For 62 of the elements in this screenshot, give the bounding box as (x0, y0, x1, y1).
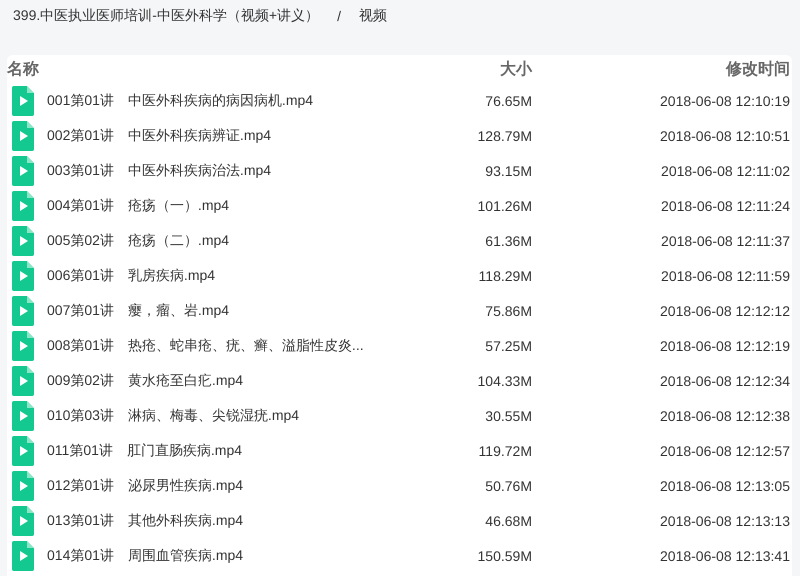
modified-time: 2018-06-08 12:12:57 (659, 442, 790, 458)
modified-time: 2018-06-08 12:10:19 (659, 92, 790, 108)
file-name[interactable]: 004第01讲 疮疡（一）.mp4 (47, 196, 230, 214)
breadcrumb-item[interactable]: 视频 (358, 7, 387, 25)
modified-time: 2018-06-08 12:13:13 (659, 512, 790, 528)
video-file-icon (12, 260, 34, 290)
file-size: 118.29M (478, 268, 532, 284)
file-name[interactable]: 005第02讲 疮疡（二）.mp4 (47, 232, 230, 250)
modified-time: 2018-06-08 12:12:12 (659, 302, 790, 318)
file-size: 119.72M (478, 442, 532, 458)
file-size: 104.33M (476, 372, 532, 388)
modified-time: 2018-06-08 12:11:02 (660, 162, 790, 178)
file-size: 30.55M (484, 408, 532, 424)
file-size: 93.15M (484, 162, 532, 178)
file-size: 76.65M (484, 92, 532, 108)
video-file-icon (12, 120, 34, 150)
file-size: 50.76M (484, 478, 532, 494)
modified-time: 2018-06-08 12:13:05 (659, 478, 790, 494)
video-file-icon (12, 330, 34, 360)
file-name[interactable]: 001第01讲 中医外科疾病的病因病机.mp4 (47, 92, 314, 110)
video-file-icon (12, 366, 34, 396)
file-name[interactable]: 012第01讲 泌尿男性疾病.mp4 (47, 476, 244, 494)
video-file-icon (12, 190, 34, 220)
modified-time: 2018-06-08 12:11:24 (660, 198, 790, 214)
modified-time: 2018-06-08 12:11:37 (660, 232, 790, 248)
file-size: 61.36M (484, 232, 532, 248)
file-size: 150.59M (476, 548, 532, 564)
file-name[interactable]: 008第01讲 热疮、蛇串疮、疣、癣、溢脂性皮炎... (47, 336, 364, 354)
video-file-icon (12, 436, 34, 466)
file-name[interactable]: 011第01讲 肛门直肠疾病.mp4 (47, 442, 242, 460)
modified-time: 2018-06-08 12:12:38 (659, 408, 790, 424)
file-size: 46.68M (484, 512, 532, 528)
file-name[interactable]: 013第01讲 其他外科疾病.mp4 (47, 512, 244, 530)
video-file-icon (12, 540, 34, 570)
column-header[interactable]: 修改时间 (532, 58, 790, 80)
modified-time: 2018-06-08 12:12:19 (659, 338, 790, 354)
file-name[interactable]: 003第01讲 中医外科疾病治法.mp4 (47, 162, 272, 180)
file-name[interactable]: 009第02讲 黄水疮至白疕.mp4 (47, 372, 244, 390)
column-header[interactable]: 大小 (392, 58, 532, 80)
column-header[interactable]: 名称 (7, 58, 392, 80)
video-file-icon (12, 156, 34, 186)
file-size: 101.26M (476, 198, 532, 214)
file-name[interactable]: 014第01讲 周围血管疾病.mp4 (47, 546, 244, 564)
file-size: 75.86M (484, 302, 532, 318)
video-file-icon (12, 400, 34, 430)
file-size: 57.25M (484, 338, 532, 354)
file-name[interactable]: 010第03讲 淋病、梅毒、尖锐湿疣.mp4 (47, 406, 300, 424)
breadcrumb-separator: / (337, 8, 341, 24)
breadcrumb-item[interactable]: 399.中医执业医师培训-中医外科学（视频+讲义） (13, 7, 320, 25)
modified-time: 2018-06-08 12:13:41 (659, 548, 790, 564)
video-file-icon (12, 226, 34, 256)
file-name[interactable]: 006第01讲 乳房疾病.mp4 (47, 266, 216, 284)
video-file-icon (12, 86, 34, 116)
file-size: 128.79M (476, 128, 532, 144)
modified-time: 2018-06-08 12:12:34 (659, 372, 790, 388)
video-file-icon (12, 506, 34, 536)
video-file-icon (12, 470, 34, 500)
modified-time: 2018-06-08 12:11:59 (660, 268, 790, 284)
file-name[interactable]: 002第01讲 中医外科疾病辨证.mp4 (47, 126, 272, 144)
video-file-icon (12, 296, 34, 326)
modified-time: 2018-06-08 12:10:51 (659, 128, 790, 144)
file-name[interactable]: 007第01讲 瘿，瘤、岩.mp4 (47, 302, 230, 320)
